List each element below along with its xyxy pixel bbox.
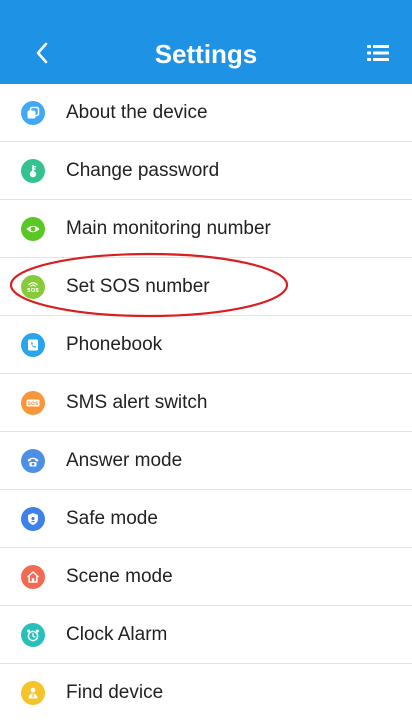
settings-item-safe-mode[interactable]: Safe mode bbox=[0, 490, 412, 548]
settings-item-label: Main monitoring number bbox=[66, 218, 271, 239]
settings-item-sms-alert-switch[interactable]: SOS SMS alert switch bbox=[0, 374, 412, 432]
settings-item-label: Safe mode bbox=[66, 508, 158, 529]
back-button[interactable] bbox=[22, 30, 62, 76]
settings-item-label: Find device bbox=[66, 682, 164, 703]
list-menu-icon bbox=[367, 45, 389, 61]
svg-text:SOS: SOS bbox=[27, 288, 39, 294]
sos-message-icon: SOS bbox=[21, 390, 45, 415]
settings-item-clock-alarm[interactable]: Clock Alarm bbox=[0, 606, 412, 664]
sos-signal-icon: SOS bbox=[21, 274, 45, 299]
settings-item-main-monitoring-number[interactable]: Main monitoring number bbox=[0, 200, 412, 258]
settings-item-label: Clock Alarm bbox=[66, 624, 168, 645]
settings-item-label: About the device bbox=[66, 102, 208, 123]
eye-icon bbox=[21, 216, 45, 241]
menu-button[interactable] bbox=[356, 30, 400, 76]
settings-item-label: Scene mode bbox=[66, 566, 173, 587]
alarm-clock-icon bbox=[21, 622, 45, 647]
phonebook-icon bbox=[21, 332, 45, 357]
settings-item-scene-mode[interactable]: Scene mode bbox=[0, 548, 412, 606]
settings-item-label: SMS alert switch bbox=[66, 392, 208, 413]
settings-screen: Settings About the device Change passwor… bbox=[0, 0, 412, 720]
settings-item-label: Set SOS number bbox=[66, 276, 210, 297]
svg-text:SOS: SOS bbox=[28, 401, 39, 407]
device-info-icon bbox=[21, 100, 45, 125]
home-scene-icon bbox=[21, 564, 45, 589]
key-icon bbox=[21, 158, 45, 183]
settings-item-answer-mode[interactable]: Answer mode bbox=[0, 432, 412, 490]
telephone-icon bbox=[21, 448, 45, 473]
settings-list: About the device Change password Main mo… bbox=[0, 84, 412, 720]
chevron-left-icon bbox=[36, 42, 48, 64]
settings-item-label: Change password bbox=[66, 160, 220, 181]
settings-item-set-sos-number[interactable]: SOS Set SOS number bbox=[0, 258, 412, 316]
settings-item-change-password[interactable]: Change password bbox=[0, 142, 412, 200]
settings-item-phonebook[interactable]: Phonebook bbox=[0, 316, 412, 374]
header-bar: Settings bbox=[0, 0, 412, 84]
user-find-icon bbox=[21, 680, 45, 705]
settings-item-label: Answer mode bbox=[66, 450, 183, 471]
settings-item-find-device[interactable]: Find device bbox=[0, 664, 412, 720]
settings-item-label: Phonebook bbox=[66, 334, 163, 355]
shield-icon bbox=[21, 506, 45, 531]
settings-item-about-device[interactable]: About the device bbox=[0, 84, 412, 142]
